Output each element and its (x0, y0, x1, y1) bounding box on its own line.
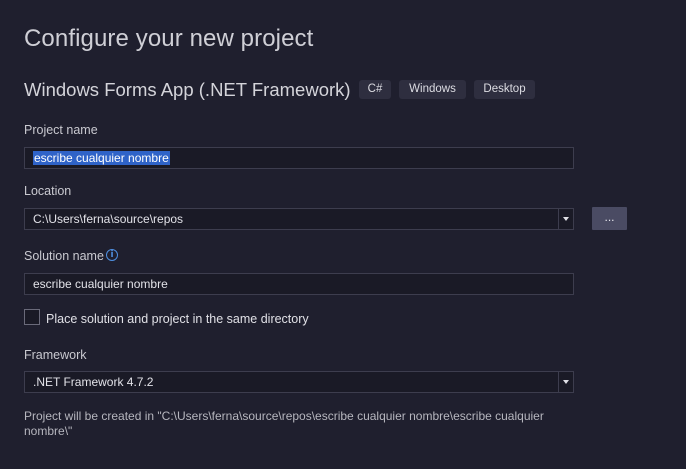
location-dropdown-button[interactable] (558, 209, 573, 229)
location-value: C:\Users\ferna\source\repos (33, 212, 184, 226)
tag-platform: Windows (399, 80, 466, 99)
location-combobox[interactable]: C:\Users\ferna\source\repos (24, 208, 574, 230)
project-path-note: Project will be created in "C:\Users\fer… (24, 409, 544, 438)
project-name-input[interactable]: escribe cualquier nombre (24, 147, 574, 169)
location-label: Location (24, 184, 72, 198)
solution-name-input[interactable]: escribe cualquier nombre (24, 273, 574, 295)
framework-value: .NET Framework 4.7.2 (33, 375, 154, 389)
chevron-down-icon (563, 217, 569, 221)
same-directory-checkbox[interactable] (24, 309, 40, 325)
tag-language: C# (359, 80, 391, 99)
framework-select[interactable]: .NET Framework 4.7.2 (24, 371, 574, 393)
page-title: Configure your new project (24, 25, 314, 52)
project-name-label: Project name (24, 123, 98, 137)
framework-label: Framework (24, 348, 87, 362)
template-name: Windows Forms App (.NET Framework) (24, 79, 351, 100)
info-icon[interactable]: i (106, 249, 118, 261)
chevron-down-icon (563, 380, 569, 384)
solution-name-label: Solution name (24, 249, 104, 263)
browse-button[interactable]: ... (592, 207, 627, 230)
framework-dropdown-button[interactable] (558, 372, 573, 392)
project-name-value: escribe cualquier nombre (33, 151, 170, 165)
tag-project-type: Desktop (474, 80, 535, 99)
same-directory-label[interactable]: Place solution and project in the same d… (46, 312, 309, 326)
solution-name-value: escribe cualquier nombre (33, 277, 168, 291)
